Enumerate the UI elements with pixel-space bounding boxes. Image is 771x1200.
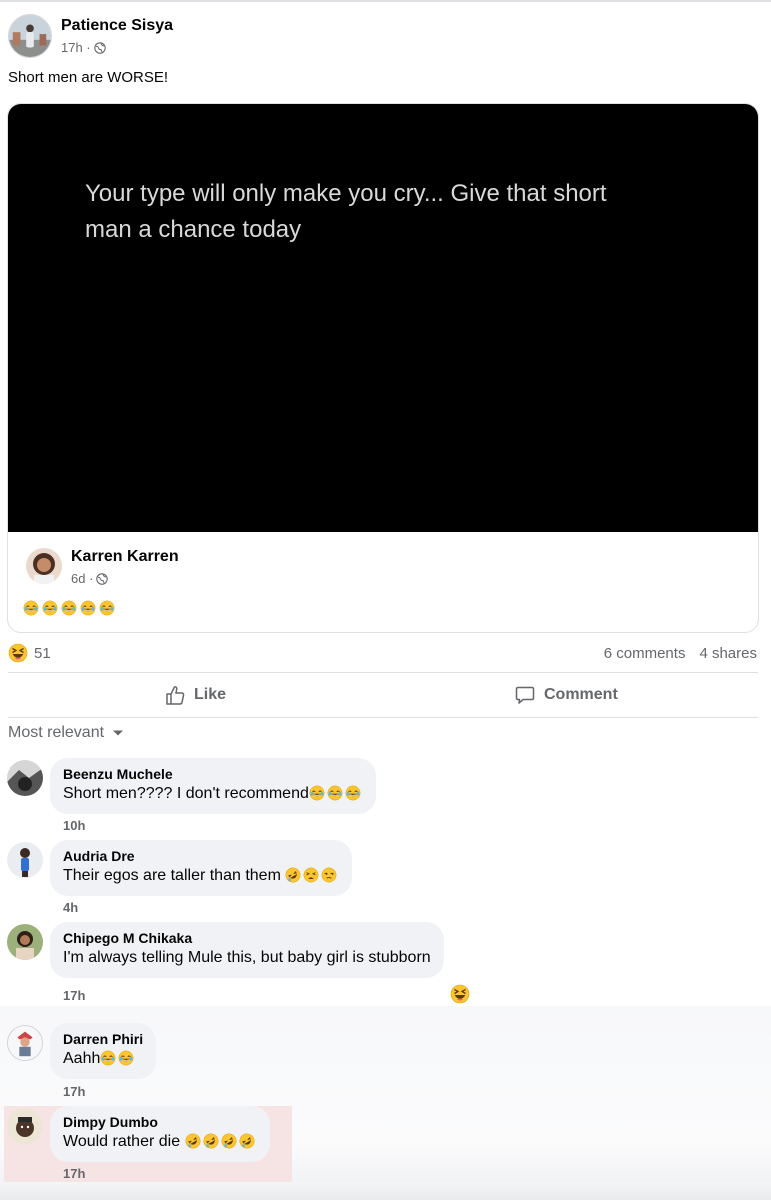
bottom-fade	[0, 1182, 771, 1200]
comment-author[interactable]: Dimpy Dumbo	[63, 1114, 257, 1131]
post-author-name[interactable]: Patience Sisya	[61, 17, 173, 35]
comment-text: I'm always telling Mule this, but baby g…	[63, 947, 431, 969]
tears-of-joy-emoji-icon	[42, 600, 58, 616]
shared-post-card[interactable]: Your type will only make you cry... Give…	[7, 103, 759, 633]
commenter-avatar[interactable]	[7, 1108, 43, 1144]
comment-sort-dropdown[interactable]: Most relevant	[8, 724, 124, 742]
tears-of-joy-emoji-icon	[23, 600, 39, 616]
comment-label: Comment	[544, 686, 618, 703]
tears-of-joy-emoji-icon	[99, 600, 115, 616]
shared-author-avatar[interactable]	[26, 548, 62, 584]
reaction-count: 51	[34, 644, 51, 662]
shares-count[interactable]: 4 shares	[699, 645, 757, 662]
comment-text-content: Aahh	[63, 1050, 101, 1067]
tears-of-joy-emoji-icon	[61, 600, 77, 616]
post-meta: 17h ·	[61, 40, 106, 55]
commenter-avatar[interactable]	[7, 760, 43, 796]
comment-haha-reaction-icon[interactable]	[450, 984, 470, 1004]
shared-post-emoji-text	[23, 600, 117, 618]
comments-count[interactable]: 6 comments	[604, 645, 686, 662]
video-caption: Your type will only make you cry... Give…	[85, 180, 607, 243]
comment-text: Would rather die	[63, 1131, 257, 1153]
comment-icon	[515, 686, 535, 704]
tears-of-joy-emoji-icon	[327, 785, 343, 801]
shared-video[interactable]: Your type will only make you cry... Give…	[8, 104, 758, 532]
globe-icon	[94, 42, 106, 54]
tears-of-joy-emoji-icon	[100, 1050, 116, 1066]
top-border	[0, 0, 771, 2]
comment-bubble: Audria Dre Their egos are taller than th…	[50, 840, 353, 896]
comment-author[interactable]: Beenzu Muchele	[63, 766, 363, 783]
rolling-on-floor-laughing-emoji-icon	[239, 1133, 255, 1149]
like-label: Like	[194, 686, 227, 703]
comment-text: Short men???? I don't recommend	[63, 783, 363, 805]
comment-text: Their egos are taller than them	[63, 865, 339, 887]
rolling-on-floor-laughing-emoji-icon	[203, 1133, 219, 1149]
reaction-summary[interactable]: 51	[8, 643, 51, 663]
globe-icon	[96, 573, 108, 585]
comment-time[interactable]: 17h	[63, 988, 85, 1003]
comment-author[interactable]: Audria Dre	[63, 848, 339, 865]
comment-bubble: Chipego M Chikaka I'm always telling Mul…	[50, 922, 444, 978]
author-avatar[interactable]	[8, 14, 52, 58]
comment-author[interactable]: Chipego M Chikaka	[63, 930, 431, 947]
commenter-avatar[interactable]	[7, 924, 43, 960]
post-time[interactable]: 17h ·	[61, 40, 91, 55]
comment-time[interactable]: 17h	[63, 1084, 85, 1099]
comment-time[interactable]: 17h	[63, 1166, 85, 1181]
shared-post-meta: 6d ·	[71, 571, 108, 586]
tears-of-joy-emoji-icon	[309, 785, 325, 801]
comment-author[interactable]: Darren Phiri	[63, 1031, 143, 1048]
commenter-avatar[interactable]	[7, 842, 43, 878]
comment-bubble: Dimpy Dumbo Would rather die	[50, 1106, 270, 1162]
comment-text-content: I'm always telling Mule this, but baby g…	[63, 949, 431, 966]
tired-face-emoji-icon	[303, 867, 319, 883]
caret-down-icon	[113, 730, 124, 736]
comment-text-content: Their egos are taller than them	[63, 867, 286, 884]
shared-author-name[interactable]: Karren Karren	[71, 548, 179, 566]
post-stats: 6 comments 4 shares	[604, 645, 757, 662]
comment-text: Aahh	[63, 1048, 143, 1070]
rolling-on-floor-laughing-emoji-icon	[185, 1133, 201, 1149]
tears-of-joy-emoji-icon	[118, 1050, 134, 1066]
tears-of-joy-emoji-icon	[80, 600, 96, 616]
comment-button[interactable]: Comment	[514, 684, 618, 706]
unamused-face-emoji-icon	[321, 867, 337, 883]
comment-text-content: Would rather die	[63, 1133, 185, 1150]
comment-text-content: Short men???? I don't recommend	[63, 785, 309, 802]
tears-of-joy-emoji-icon	[345, 785, 361, 801]
shared-post-time[interactable]: 6d ·	[71, 571, 93, 586]
divider-bottom	[8, 717, 758, 718]
sort-label: Most relevant	[8, 724, 105, 741]
divider-top	[8, 672, 758, 673]
comment-bubble: Beenzu Muchele Short men???? I don't rec…	[50, 758, 376, 814]
comment-bubble: Darren Phiri Aahh	[50, 1023, 157, 1079]
rolling-on-floor-laughing-emoji-icon	[221, 1133, 237, 1149]
rolling-on-floor-laughing-emoji-icon	[285, 867, 301, 883]
haha-reaction-icon	[8, 643, 28, 663]
comment-time[interactable]: 10h	[63, 818, 85, 833]
commenter-avatar[interactable]	[7, 1025, 43, 1061]
comment-time[interactable]: 4h	[63, 900, 78, 915]
like-button[interactable]: Like	[164, 684, 226, 706]
post-text: Short men are WORSE!	[8, 69, 169, 86]
thumbs-up-icon	[166, 686, 185, 705]
